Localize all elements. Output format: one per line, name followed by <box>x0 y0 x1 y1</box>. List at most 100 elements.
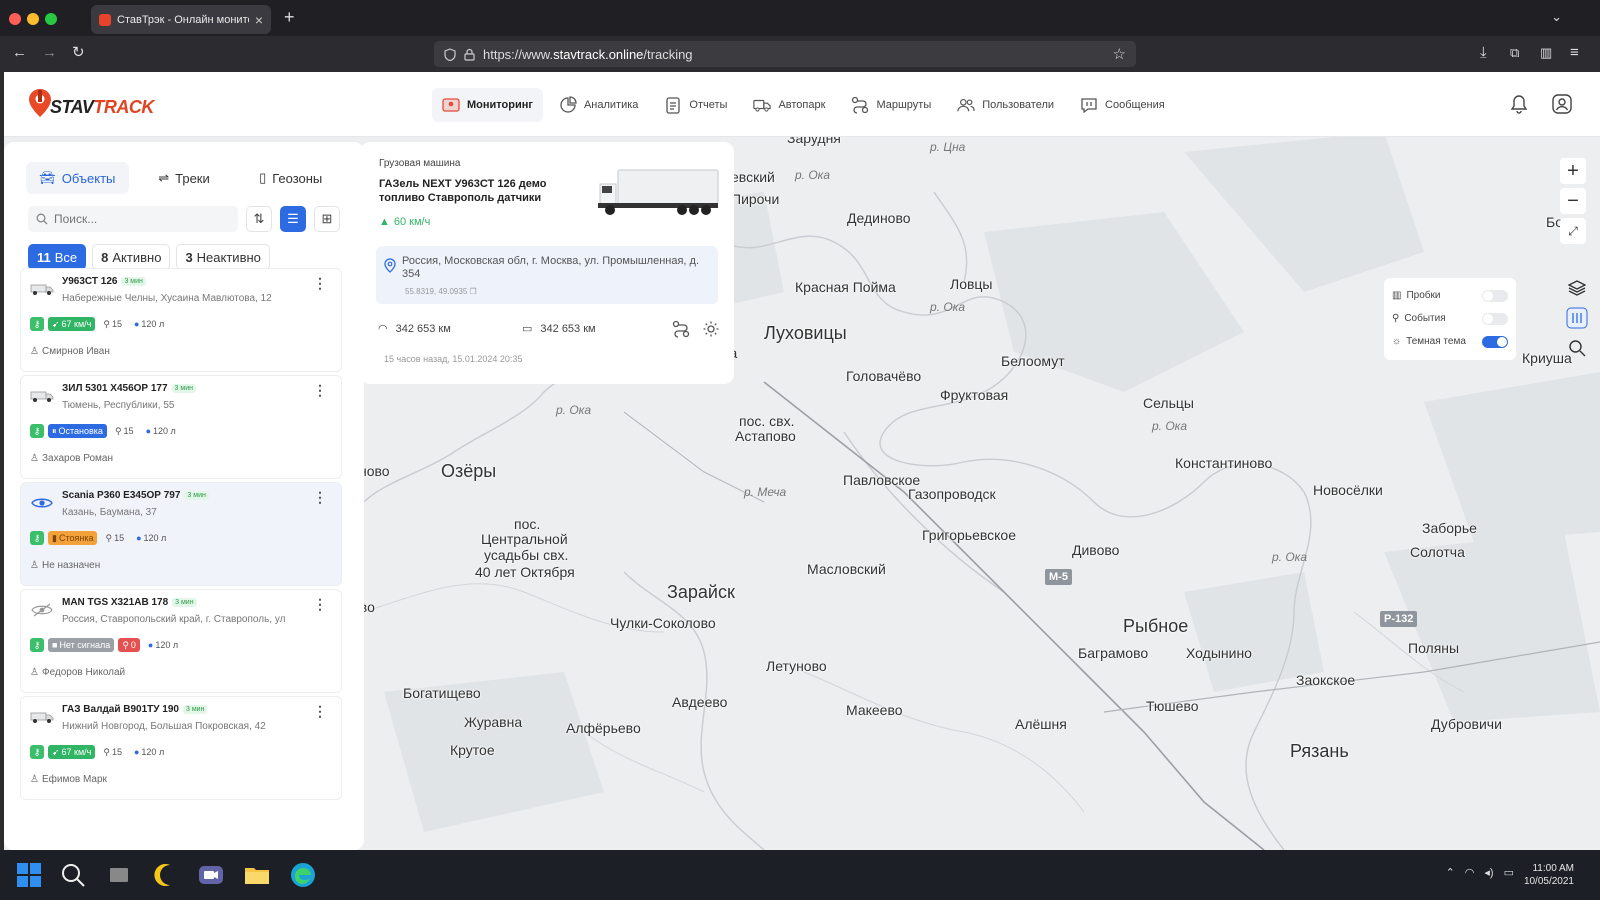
maximize-window-button[interactable] <box>45 13 57 25</box>
forward-icon[interactable]: → <box>42 44 57 62</box>
reload-icon[interactable]: ↻ <box>72 44 85 62</box>
vehicle-card[interactable]: MAN TGS Х321АВ 178 3 мин Россия, Ставропол… <box>20 589 342 693</box>
filter-active[interactable]: 8 Активно <box>92 244 171 270</box>
zoom-in-button[interactable]: + <box>1560 158 1586 184</box>
address-bar[interactable]: https://www.stavtrack.online/tracking ☆ <box>434 41 1136 67</box>
list-view-button[interactable]: ☰ <box>280 206 306 232</box>
map-place-label: Макеево <box>846 702 903 718</box>
sidebar-icon[interactable]: ▥ <box>1540 44 1552 62</box>
bookmark-star-icon[interactable]: ☆ <box>1113 45 1126 63</box>
map-place-label: Константиново <box>1175 455 1273 471</box>
vehicle-coordinates[interactable]: 55.8319, 49.0935 ❐ <box>405 287 477 296</box>
map-side-tools <box>1566 279 1588 357</box>
new-tab-icon[interactable]: + <box>284 7 295 28</box>
nav-messages[interactable]: Сообщения <box>1070 88 1175 122</box>
search-input[interactable] <box>54 212 224 226</box>
truck-icon <box>753 96 772 114</box>
vehicle-name-row: MAN TGS Х321АВ 178 3 мин <box>62 597 197 608</box>
layer-dark-theme[interactable]: ☼ Темная тема <box>1392 330 1508 353</box>
video-call-icon[interactable] <box>196 860 226 890</box>
tab-objects[interactable]: 🚘︎ Объекты <box>26 162 129 194</box>
close-tab-icon[interactable]: × <box>255 13 263 27</box>
search-map-icon[interactable] <box>1568 339 1586 357</box>
windows-start-icon[interactable] <box>14 860 44 890</box>
eye-off-icon <box>30 602 54 618</box>
zoom-controls: + − ⤢ <box>1560 158 1586 244</box>
map-place-label: Чулки-Соколово <box>610 615 716 631</box>
traffic-toggle[interactable] <box>1482 289 1508 302</box>
nav-routes[interactable]: Маршруты <box>841 88 941 122</box>
grid-view-button[interactable]: ⊞ <box>314 206 340 232</box>
time-badge: 3 мин <box>182 705 208 714</box>
bell-icon[interactable] <box>1510 94 1528 114</box>
status-text: 67 км/ч <box>61 319 92 329</box>
more-options-icon[interactable]: ⋮ <box>313 703 327 720</box>
task-view-icon[interactable] <box>104 860 134 890</box>
back-icon[interactable]: ← <box>12 44 27 62</box>
wifi-icon[interactable]: ◠ <box>1465 866 1475 879</box>
search-icon[interactable] <box>58 860 88 890</box>
close-window-button[interactable] <box>9 13 21 25</box>
satellite-icon: ⚲ <box>122 639 129 650</box>
moon-app-icon[interactable] <box>150 860 180 890</box>
map-place-label: усадьбы свх. <box>484 547 569 563</box>
time-badge: 3 мин <box>171 384 196 393</box>
zoom-out-button[interactable]: − <box>1560 188 1586 214</box>
vehicle-card[interactable]: Scania P360 Е345ОР 797 3 мин Казань, Баума… <box>20 482 342 586</box>
vehicle-name-row: У963СТ 126 3 мин <box>62 276 146 287</box>
satellites-badge: ⚲ 15 <box>99 745 126 759</box>
search-box <box>28 206 238 232</box>
edge-browser-icon[interactable] <box>288 860 318 890</box>
vehicle-card[interactable]: ГАЗ Валдай В901ТУ 190 3 мин Нижний Новгоро… <box>20 696 342 800</box>
layers-icon[interactable] <box>1568 279 1586 297</box>
traffic-light-icon[interactable] <box>1566 307 1588 329</box>
status-icon: ⏸ <box>52 425 57 436</box>
nav-monitoring[interactable]: Мониторинг <box>432 88 543 122</box>
extensions-icon[interactable]: ⧉ <box>1510 44 1519 62</box>
satellites-badge: ⚲ 15 <box>99 317 126 331</box>
browser-tab[interactable]: СтавТрэк - Онлайн мониторинг × <box>91 5 271 34</box>
clock[interactable]: 11:00 AM 10/05/2021 <box>1524 862 1574 888</box>
satellites-value: 15 <box>111 747 122 757</box>
chevron-up-icon[interactable]: ⌃ <box>1446 866 1455 879</box>
person-icon: ♙ <box>30 560 39 571</box>
sort-button[interactable]: ⇅ <box>246 206 272 232</box>
downloads-icon[interactable]: ⤓ <box>1480 44 1487 62</box>
status-badge: ▮ Стоянка <box>48 531 98 545</box>
map-river-label: р. Ока <box>795 168 831 182</box>
more-options-icon[interactable]: ⋮ <box>313 382 327 399</box>
tab-geozones[interactable]: ▯ Геозоны <box>239 162 342 194</box>
filter-inactive[interactable]: 3 Неактивно <box>176 244 270 270</box>
profile-icon[interactable] <box>1552 94 1572 114</box>
layer-traffic[interactable]: ▥ Пробки <box>1392 284 1508 307</box>
copy-icon[interactable]: ❐ <box>470 287 477 296</box>
nav-users[interactable]: Пользователи <box>947 88 1064 122</box>
file-explorer-icon[interactable] <box>242 860 272 890</box>
tab-geozones-label: Геозоны <box>272 170 323 186</box>
vehicle-card[interactable]: ЗИЛ 5301 Х456ОР 177 3 мин Тюмень, Республи… <box>20 375 342 479</box>
tab-tracks[interactable]: ⇌ Треки <box>133 162 236 194</box>
more-options-icon[interactable]: ⋮ <box>313 596 327 613</box>
more-options-icon[interactable]: ⋮ <box>313 489 327 506</box>
filter-all[interactable]: 11 Все <box>28 244 87 270</box>
map-place-label: Солотча <box>1410 544 1465 560</box>
more-options-icon[interactable]: ⋮ <box>313 275 327 292</box>
layer-events[interactable]: ⚲ События <box>1392 307 1508 330</box>
chevron-down-icon[interactable]: ⌄ <box>1551 9 1562 25</box>
vehicle-card[interactable]: У963СТ 126 3 мин Набережные Челны, Хусаина… <box>20 268 342 372</box>
minimize-window-button[interactable] <box>27 13 39 25</box>
fullscreen-button[interactable]: ⤢ <box>1560 218 1586 244</box>
fuel-badge: ● 120 л <box>142 424 180 438</box>
menu-icon[interactable]: ≡ <box>1570 44 1579 62</box>
system-tray: ⌃ ◠ ◂) ▭ <box>1446 866 1514 879</box>
volume-icon[interactable]: ◂) <box>1484 866 1493 879</box>
battery-icon[interactable]: ▭ <box>1504 866 1514 879</box>
nav-reports[interactable]: Отчеты <box>654 88 737 122</box>
nav-analytics[interactable]: Аналитика <box>549 88 648 122</box>
gear-icon[interactable] <box>702 320 720 338</box>
stavtrack-logo[interactable]: STAVTRACK <box>28 88 154 118</box>
route-icon[interactable] <box>672 320 690 338</box>
events-toggle[interactable] <box>1482 312 1508 325</box>
dark-theme-toggle[interactable] <box>1482 335 1508 348</box>
nav-fleet[interactable]: Автопарк <box>743 88 835 122</box>
